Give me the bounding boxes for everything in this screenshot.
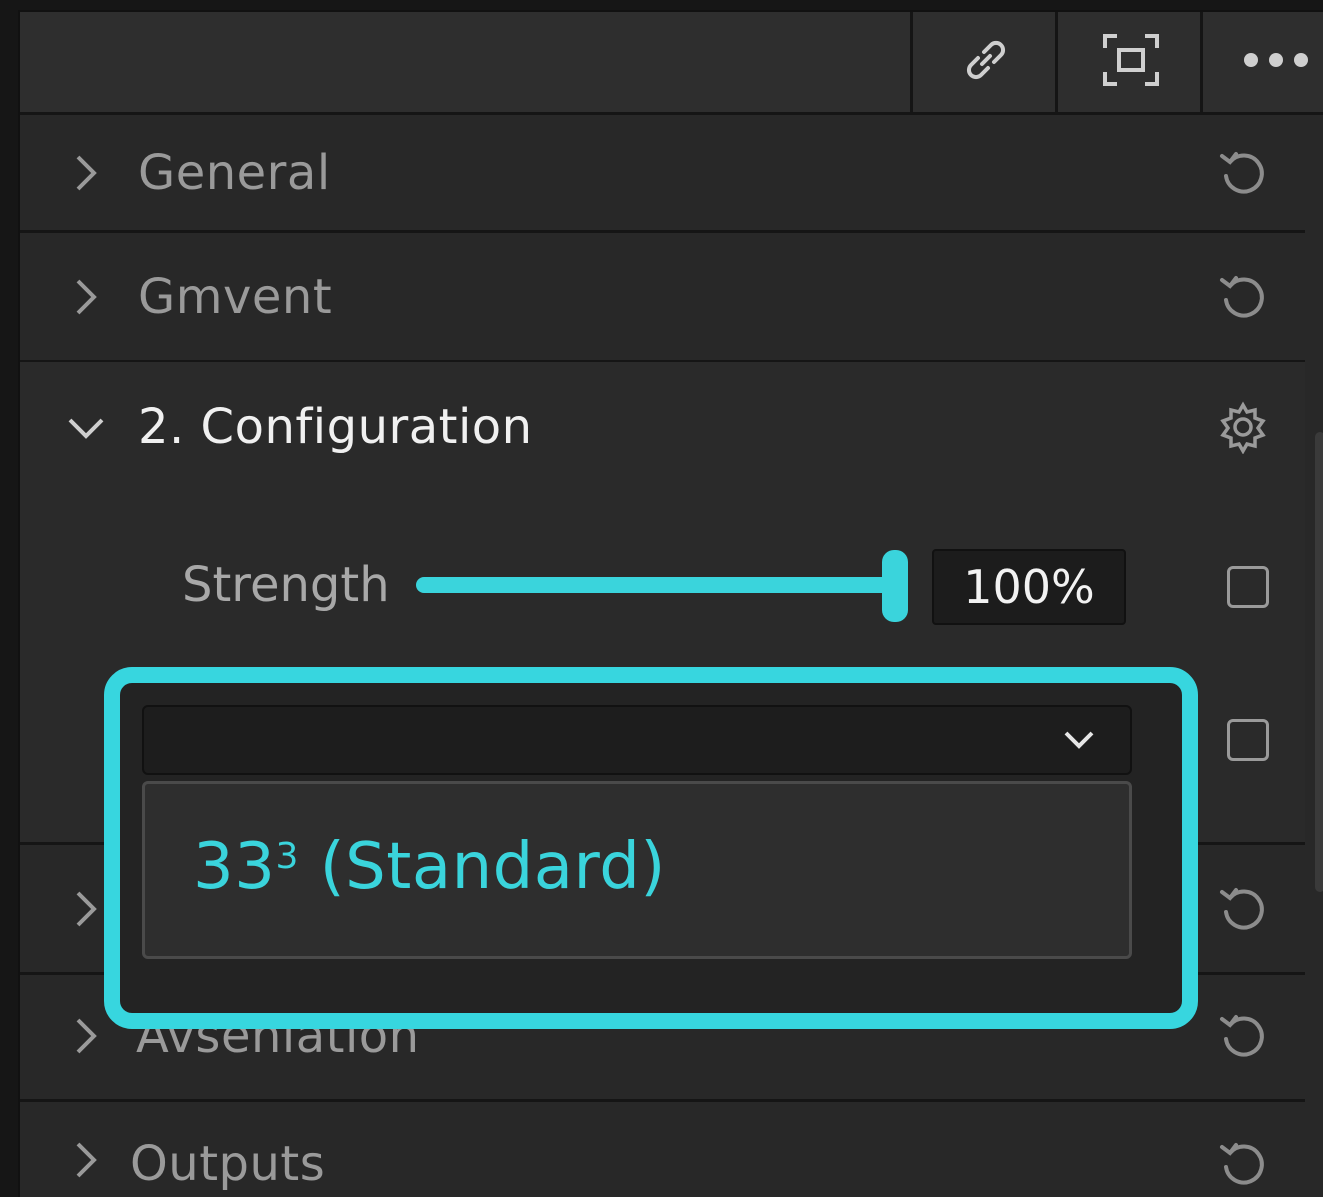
chevron-right-icon <box>70 277 100 317</box>
chevron-right-icon <box>70 1140 100 1180</box>
section-gmvent[interactable]: Gmvent <box>20 233 1305 363</box>
inspector-panel: General Gmvent 2. Configuration Avseniat… <box>18 10 1323 1197</box>
chevron-right-icon <box>70 153 100 193</box>
strength-slider-track[interactable] <box>416 577 896 593</box>
section-label: General <box>138 144 331 201</box>
dropdown-keyframe-checkbox[interactable] <box>1227 719 1269 761</box>
frame-icon <box>1099 30 1163 94</box>
dropdown-option[interactable]: 333 (Standard) <box>193 830 666 904</box>
more-icon <box>1241 50 1311 74</box>
reset-icon[interactable] <box>1216 1137 1270 1191</box>
strength-label: Strength <box>182 557 390 613</box>
strength-value-field[interactable]: 100% <box>932 549 1126 625</box>
strength-slider-thumb[interactable] <box>882 550 908 622</box>
reset-icon[interactable] <box>1216 882 1270 936</box>
link-button[interactable] <box>910 12 1058 112</box>
dropdown-menu: 333 (Standard) <box>142 781 1132 959</box>
strength-keyframe-checkbox[interactable] <box>1227 566 1269 608</box>
chevron-right-icon <box>70 889 100 929</box>
section-general[interactable]: General <box>20 115 1305 233</box>
section-label: 2. Configuration <box>138 399 533 455</box>
lut-size-select[interactable] <box>142 705 1132 775</box>
panel-scrollbar[interactable] <box>1315 432 1323 892</box>
section-label: Gmvent <box>138 268 333 325</box>
gear-icon[interactable] <box>1216 400 1270 455</box>
frame-button[interactable] <box>1055 12 1203 112</box>
section-label: Outputs <box>130 1136 326 1192</box>
reset-icon[interactable] <box>1216 146 1270 200</box>
chevron-down-icon <box>66 412 106 442</box>
panel-toolbar <box>20 12 1323 115</box>
chevron-down-icon <box>1062 725 1096 755</box>
section-outputs[interactable]: Outputs <box>20 1102 1305 1197</box>
section-configuration-header[interactable]: 2. Configuration <box>20 362 1305 492</box>
chevron-right-icon <box>70 1016 100 1056</box>
reset-icon[interactable] <box>1216 1009 1270 1063</box>
reset-icon[interactable] <box>1216 270 1270 324</box>
more-button[interactable] <box>1200 12 1323 112</box>
link-icon <box>956 30 1016 94</box>
